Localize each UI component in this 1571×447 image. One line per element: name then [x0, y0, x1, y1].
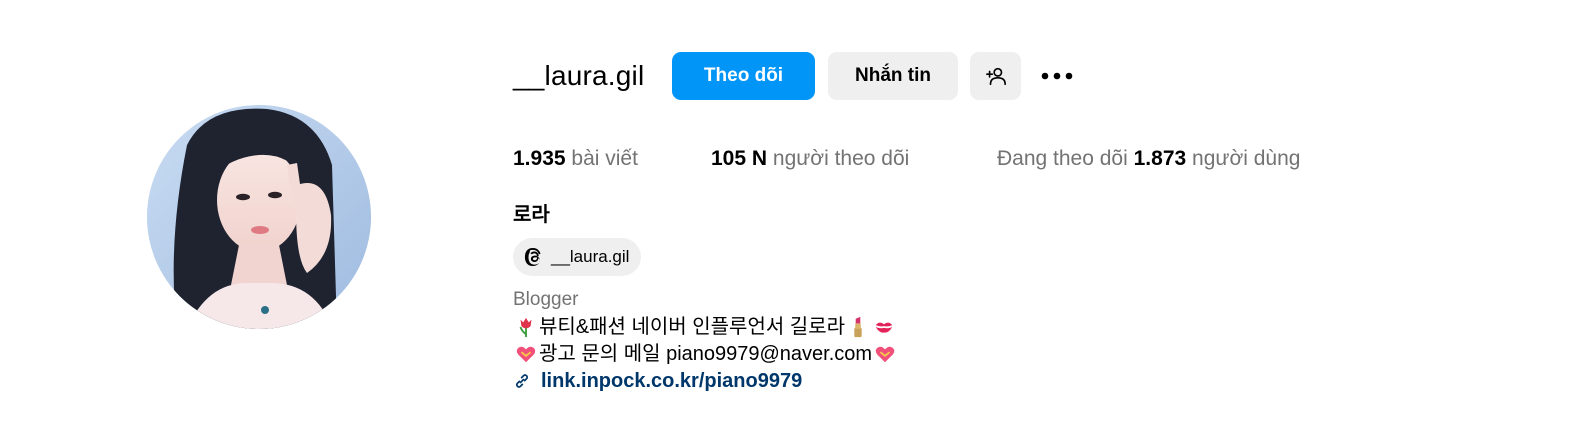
heart-with-ribbon-emoji	[516, 346, 536, 363]
followers-count: 105 N	[711, 147, 768, 170]
external-link-text[interactable]: link.inpock.co.kr/piano9979	[541, 368, 802, 394]
profile-avatar[interactable]	[147, 105, 371, 329]
heart-with-ribbon-emoji	[875, 346, 895, 363]
threads-handle: __laura.gil	[551, 247, 630, 266]
followers-label: người theo dõi	[772, 147, 910, 170]
threads-icon	[524, 248, 541, 266]
bio-line-2-text: 광고 문의 메일 piano9979@naver.com	[539, 343, 873, 365]
follow-button[interactable]: Theo dõi	[672, 52, 815, 100]
following-label: người dùng	[1192, 147, 1301, 170]
bio-line-2: 광고 문의 메일 piano9979@naver.com	[513, 341, 898, 367]
suggested-accounts-button[interactable]	[970, 52, 1021, 100]
tulip-emoji	[519, 317, 532, 338]
kiss-mark-emoji	[875, 322, 893, 333]
posts-count: 1.935	[513, 147, 566, 170]
profile-category: Blogger	[513, 289, 579, 310]
profile-header: __laura.gil Theo dõi Nhắn tin 1.935 bài …	[0, 0, 1571, 447]
more-dots-icon	[1041, 72, 1073, 80]
threads-badge-link[interactable]: __laura.gil	[513, 238, 642, 276]
bio-line-1-text: 뷰티&패션 네이버 인플루언서 길로라	[539, 316, 846, 338]
link-icon	[515, 374, 529, 388]
full-name: 로라	[513, 204, 550, 226]
avatar-image	[147, 105, 371, 329]
username: __laura.gil	[513, 60, 645, 91]
profile-external-link[interactable]: link.inpock.co.kr/piano9979	[513, 368, 802, 394]
more-options-button[interactable]	[1034, 52, 1080, 100]
following-prefix: Đang theo dõi	[997, 147, 1128, 170]
lipstick-emoji	[854, 316, 862, 338]
stat-followers[interactable]: 105 N người theo dõi	[711, 145, 909, 173]
bio-line-1: 뷰티&패션 네이버 인플루언서 길로라	[513, 314, 897, 340]
stat-following[interactable]: Đang theo dõi 1.873 người dùng	[997, 145, 1300, 173]
posts-label: bài viết	[571, 147, 638, 170]
stat-posts: 1.935 bài viết	[513, 145, 638, 173]
message-button[interactable]: Nhắn tin	[828, 52, 958, 100]
person-add-icon	[985, 67, 1006, 86]
following-count: 1.873	[1133, 147, 1187, 170]
